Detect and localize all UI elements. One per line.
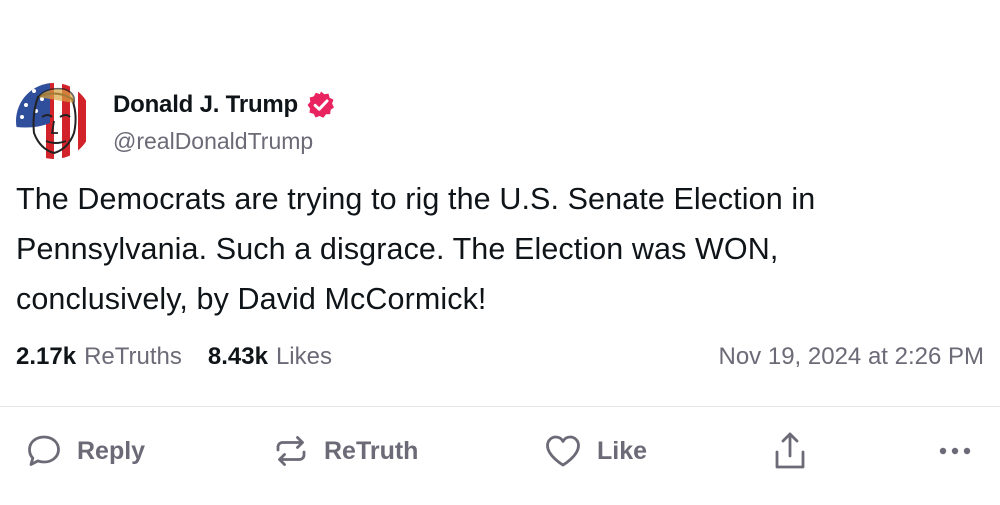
post-timestamp[interactable]: Nov 19, 2024 at 2:26 PM xyxy=(719,343,985,371)
reply-button[interactable]: Reply xyxy=(25,428,145,474)
truth-post: Donald J. Trump @realDonaldTrump The Dem… xyxy=(0,0,1000,505)
share-button[interactable] xyxy=(770,428,810,474)
retruths-count: 2.17k xyxy=(16,343,77,370)
author-display-name[interactable]: Donald J. Trump xyxy=(113,91,298,119)
post-stats: 2.17k ReTruths 8.43k Likes Nov 19, 2024 … xyxy=(16,340,984,374)
more-dots-icon xyxy=(939,447,971,455)
author-handle[interactable]: @realDonaldTrump xyxy=(113,128,336,155)
like-button[interactable]: Like xyxy=(543,428,647,474)
retruth-label: ReTruth xyxy=(324,436,419,465)
divider xyxy=(0,406,1000,407)
avatar[interactable] xyxy=(16,83,92,159)
repost-arrows-icon xyxy=(276,436,306,466)
retruth-button[interactable]: ReTruth xyxy=(272,428,418,474)
action-bar: Reply ReTruth Like xyxy=(0,428,1000,474)
speech-bubble-icon xyxy=(28,435,60,466)
retruths-label: ReTruths xyxy=(84,343,182,370)
verified-badge-icon xyxy=(307,91,335,118)
likes-stat[interactable]: 8.43k Likes xyxy=(208,343,332,371)
share-upload-icon xyxy=(775,432,805,469)
reply-label: Reply xyxy=(77,436,146,465)
likes-count: 8.43k xyxy=(207,343,268,370)
retruths-stat[interactable]: 2.17k ReTruths xyxy=(16,343,182,371)
author-names: Donald J. Trump @realDonaldTrump xyxy=(113,88,336,155)
likes-label: Likes xyxy=(275,343,332,370)
like-label: Like xyxy=(597,436,648,465)
name-row: Donald J. Trump xyxy=(113,88,336,122)
post-header: Donald J. Trump @realDonaldTrump xyxy=(16,83,336,159)
heart-icon xyxy=(546,435,580,467)
post-text: The Democrats are trying to rig the U.S.… xyxy=(16,182,816,316)
more-button[interactable] xyxy=(935,428,975,474)
